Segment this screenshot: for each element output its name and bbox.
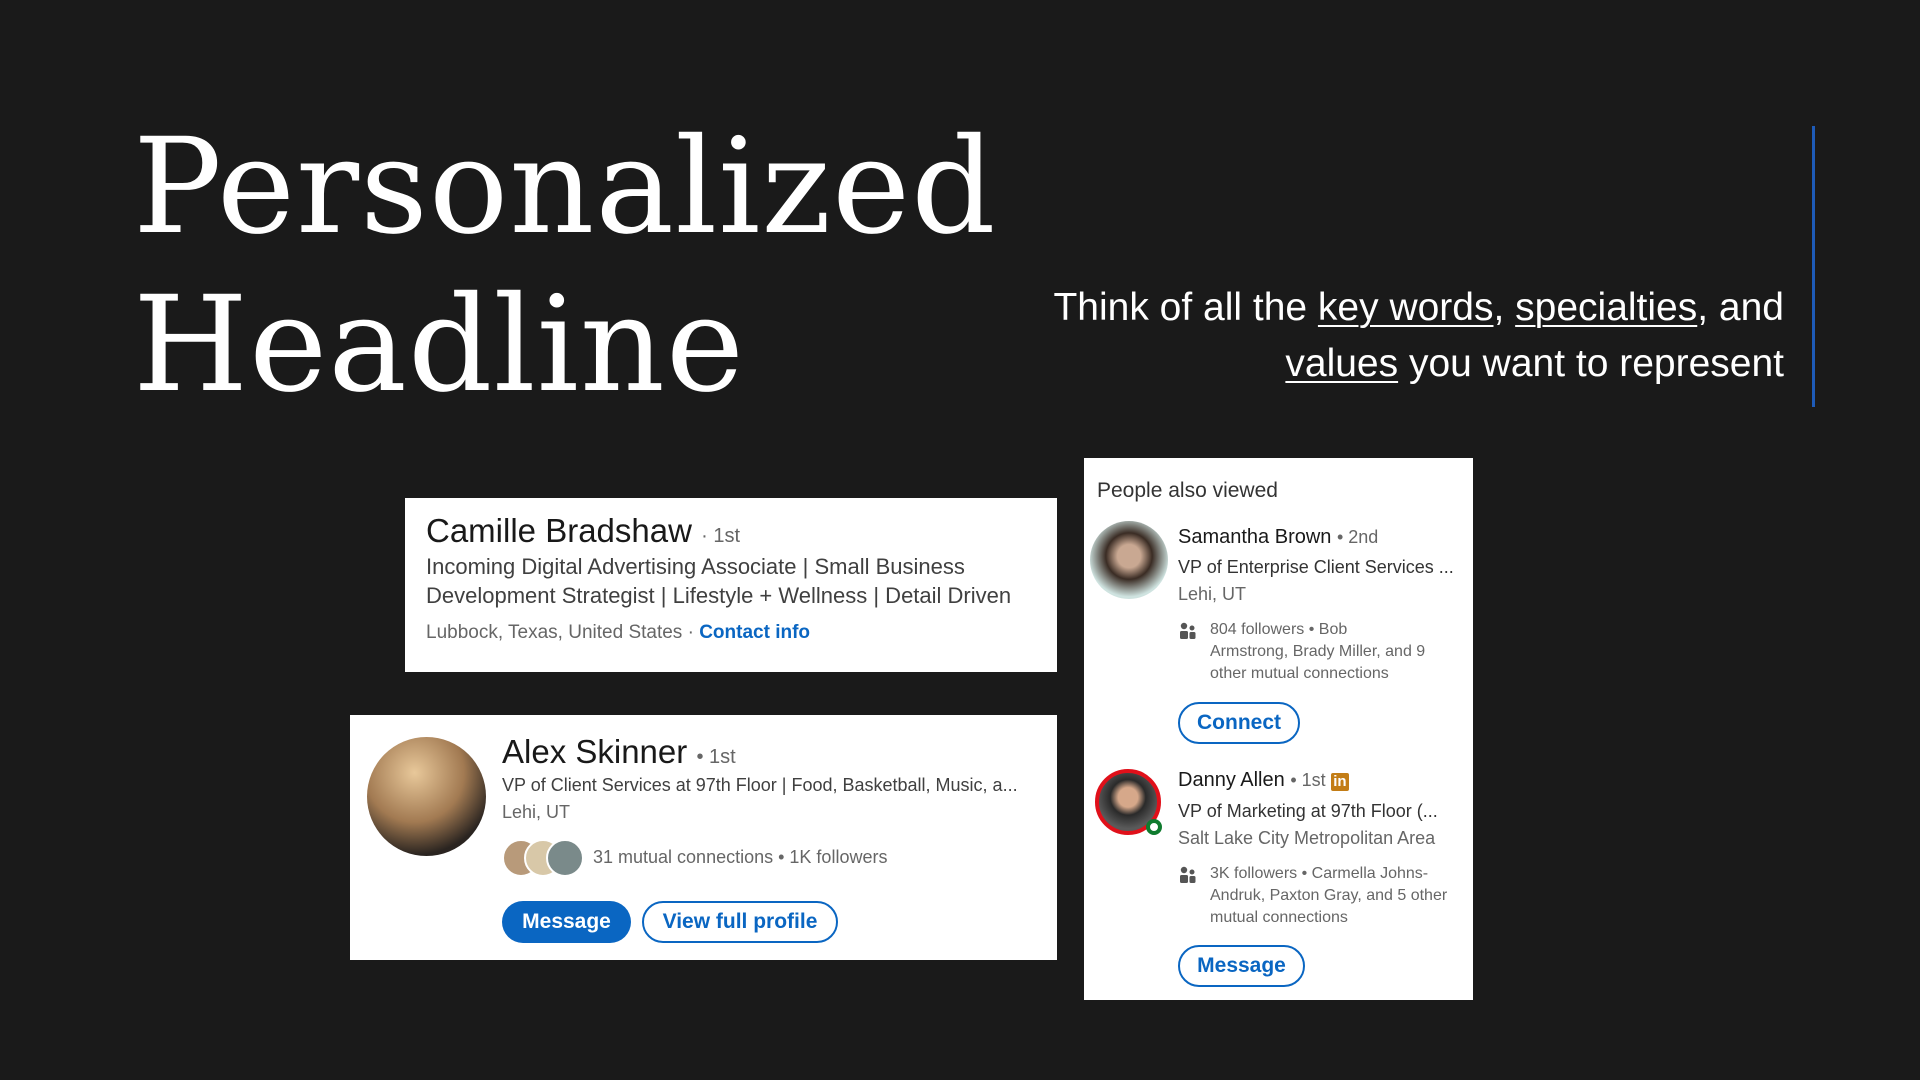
mutual-connections[interactable]: 31 mutual connections • 1K followers xyxy=(593,847,887,868)
mutual-avatars xyxy=(502,839,586,877)
keyword-values: values xyxy=(1285,342,1399,385)
connection-degree: • 1st xyxy=(696,746,736,768)
view-full-profile-button[interactable]: View full profile xyxy=(642,901,838,943)
contact-info-link[interactable]: Contact info xyxy=(699,622,810,643)
person-name[interactable]: Danny Allen • 1st in xyxy=(1178,769,1349,792)
profile-card-camille: Camille Bradshaw · 1st Incoming Digital … xyxy=(405,498,1057,672)
location: Lehi, UT xyxy=(502,802,571,822)
headline-line: Development Strategist | Lifestyle + Wel… xyxy=(426,583,1012,608)
avatar xyxy=(367,737,486,856)
connections-line: other mutual connections xyxy=(1210,665,1389,682)
profile-card-alex: Alex Skinner • 1st VP of Client Services… xyxy=(350,715,1057,960)
profile-name: Camille Bradshaw · 1st xyxy=(426,512,740,550)
location-row: Lubbock, Texas, United States · Contact … xyxy=(426,622,810,644)
keyword-specialties: specialties xyxy=(1515,286,1698,329)
slide-subtitle: Think of all the key words, specialties,… xyxy=(964,280,1784,392)
name-text: Camille Bradshaw xyxy=(426,512,692,549)
people-also-viewed-panel: People also viewed Samantha Brown • 2nd … xyxy=(1084,458,1473,1000)
name-text: Alex Skinner xyxy=(502,733,688,770)
linkedin-premium-icon: in xyxy=(1331,773,1349,791)
person-name[interactable]: Samantha Brown • 2nd xyxy=(1178,526,1378,549)
subtitle-text: you want to represent xyxy=(1398,342,1784,385)
person-headline: VP of Enterprise Client Services ... xyxy=(1178,557,1454,577)
subtitle-text: Think of all the xyxy=(1053,286,1318,329)
accent-divider xyxy=(1812,126,1815,407)
people-icon xyxy=(1180,622,1196,639)
location: Lubbock, Texas, United States · xyxy=(426,622,694,643)
slide-title: Personalized Headline xyxy=(133,108,997,424)
connections-line: Armstrong, Brady Miller, and 9 xyxy=(1210,643,1426,660)
connections-line: Andruk, Paxton Gray, and 5 other xyxy=(1210,887,1448,904)
headline-line: Incoming Digital Advertising Associate |… xyxy=(426,554,965,579)
person-location: Salt Lake City Metropolitan Area xyxy=(1178,828,1436,848)
profile-name: Alex Skinner • 1st xyxy=(502,733,736,771)
connections-line: 804 followers • Bob xyxy=(1210,621,1348,638)
connections-line: mutual connections xyxy=(1210,909,1348,926)
keyword-key-words: key words xyxy=(1317,286,1494,329)
avatar xyxy=(546,839,584,877)
mutual-connections: 3K followers • Carmella Johns- Andruk, P… xyxy=(1210,863,1447,929)
name-text: Samantha Brown xyxy=(1178,526,1332,548)
subtitle-text: , xyxy=(1493,286,1516,329)
title-line-2: Headline xyxy=(133,268,745,422)
message-button[interactable]: Message xyxy=(1178,945,1305,987)
connection-degree: • 2nd xyxy=(1336,527,1379,547)
avatar[interactable] xyxy=(1090,521,1168,599)
subtitle-text: , and xyxy=(1697,286,1784,329)
name-text: Danny Allen xyxy=(1178,769,1285,791)
profile-headline: Incoming Digital Advertising Associate |… xyxy=(426,552,1011,610)
connection-degree: • 1st xyxy=(1290,770,1326,790)
connect-button[interactable]: Connect xyxy=(1178,702,1300,744)
people-icon xyxy=(1180,866,1196,883)
mutual-connections: 804 followers • Bob Armstrong, Brady Mil… xyxy=(1210,619,1425,685)
online-status-icon xyxy=(1146,819,1162,835)
message-button[interactable]: Message xyxy=(502,901,631,943)
connections-line: 3K followers • Carmella Johns- xyxy=(1210,865,1429,882)
connection-degree: · 1st xyxy=(701,525,741,547)
title-line-1: Personalized xyxy=(133,110,997,264)
panel-header: People also viewed xyxy=(1097,479,1278,502)
person-headline: VP of Marketing at 97th Floor (... xyxy=(1178,801,1438,821)
person-location: Lehi, UT xyxy=(1178,584,1247,604)
profile-headline: VP of Client Services at 97th Floor | Fo… xyxy=(502,775,1018,795)
